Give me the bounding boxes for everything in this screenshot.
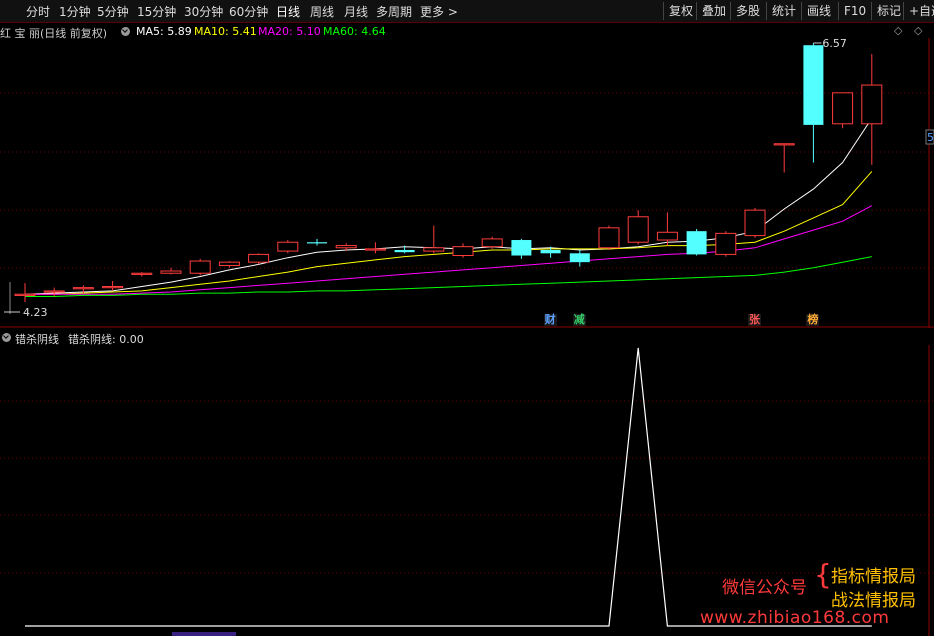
ma-label-0: MA5: 5.89: [136, 25, 192, 38]
toolbar-button-3[interactable]: 统计: [766, 2, 796, 20]
toolbar-button-0[interactable]: 复权: [663, 2, 693, 20]
event-tag-2[interactable]: 张: [748, 314, 761, 326]
period-tab-4[interactable]: 30分钟: [184, 3, 223, 20]
candle-body-3: [102, 286, 124, 289]
candle-12: [364, 242, 386, 254]
candle-7: [218, 261, 240, 268]
candle-23: [686, 228, 707, 256]
watermark-wechat: 微信公众号: [722, 578, 807, 598]
watermark: 微信公众号 { 指标情报局 战法情报局 www.zhibiao168.com: [700, 555, 930, 635]
candle-body-1: [43, 290, 65, 293]
candle-body-12: [364, 248, 386, 251]
ma-label-2: MA20: 5.10: [258, 25, 321, 38]
ma-label-3: MA60: 4.64: [323, 25, 386, 38]
candle-body-17: [511, 240, 532, 256]
candle-body-21: [627, 216, 649, 243]
high-price-label: 6.57: [822, 38, 847, 50]
toolbar-button-2[interactable]: 多股: [730, 2, 760, 20]
candle-body-11: [335, 245, 357, 249]
candle-body-23: [686, 231, 707, 255]
candle-16: [481, 236, 503, 249]
toolbar-button-4[interactable]: 画线: [801, 2, 831, 20]
period-toolbar: 分时 1分钟 5分钟 15分钟 30分钟 60分钟 日线 周线 月线 多周期 更多 > 复权 叠加 多股统…: [0, 0, 934, 23]
period-tab-9[interactable]: 多周期: [376, 3, 412, 20]
watermark-url: www.zhibiao168.com: [700, 608, 890, 628]
ma-line-MA60: [25, 256, 872, 297]
diamond-icon-2[interactable]: ◇: [914, 24, 922, 37]
period-tab-8[interactable]: 月线: [344, 3, 368, 20]
candle-28: [832, 92, 854, 129]
candle-19: [569, 249, 590, 267]
right-price-label: 5: [927, 131, 934, 144]
candle-body-0: [14, 293, 36, 296]
diamond-icon[interactable]: ◇: [894, 24, 902, 37]
ma-label-1: MA10: 5.41: [194, 25, 257, 38]
candle-body-7: [218, 261, 240, 266]
watermark-brace: {: [814, 558, 832, 591]
candle-24: [715, 231, 737, 257]
scroll-marker: [172, 632, 236, 636]
toolbar-button-5[interactable]: F10: [838, 2, 866, 20]
candle-body-25: [744, 209, 766, 237]
event-tag-3[interactable]: 榜: [806, 314, 820, 326]
candle-body-18: [540, 249, 561, 254]
candle-body-26: [773, 143, 795, 146]
candle-body-4: [131, 272, 153, 275]
candle-15: [452, 243, 474, 258]
toolbar-button-7[interactable]: +自选: [903, 2, 934, 20]
candle-body-6: [189, 260, 211, 274]
candle-0: [14, 283, 36, 302]
period-tab-2[interactable]: 5分钟: [97, 3, 129, 20]
candle-6: [189, 258, 211, 276]
candle-25: [744, 207, 766, 238]
candle-body-2: [72, 287, 94, 290]
indicator-toggle-icon[interactable]: [2, 333, 11, 342]
candle-1: [43, 287, 65, 297]
candle-body-14: [423, 247, 445, 252]
period-tab-0[interactable]: 分时: [26, 3, 50, 20]
candle-body-9: [277, 241, 299, 252]
candle-20: [598, 225, 620, 250]
candle-body-22: [656, 231, 678, 241]
candle-body-19: [569, 253, 590, 263]
price-chart: 6.57 4.23 5: [0, 38, 934, 328]
low-price-label: 4.23: [23, 306, 48, 319]
candle-body-10: [307, 242, 327, 244]
candle-4: [131, 272, 153, 277]
candle-body-5: [160, 270, 182, 274]
candle-body-28: [832, 92, 854, 125]
candle-10: [307, 238, 327, 246]
candle-body-20: [598, 227, 620, 249]
period-tab-10[interactable]: 更多 >: [420, 3, 458, 20]
candle-5: [160, 267, 182, 275]
candle-body-16: [481, 238, 503, 248]
candle-26: [773, 143, 795, 173]
candle-body-29: [861, 84, 883, 125]
period-tab-3[interactable]: 15分钟: [137, 3, 176, 20]
candle-body-8: [248, 253, 270, 263]
candle-body-13: [394, 249, 415, 253]
period-tab-5[interactable]: 60分钟: [229, 3, 268, 20]
event-tag-1[interactable]: 减: [572, 314, 586, 326]
candle-14: [423, 225, 445, 254]
period-tab-1[interactable]: 1分钟: [59, 3, 91, 20]
candle-29: [861, 54, 883, 165]
toolbar-button-1[interactable]: 叠加: [696, 2, 726, 20]
event-tag-0[interactable]: 财: [543, 314, 557, 326]
toolbar-button-6[interactable]: 标记: [871, 2, 901, 20]
candle-21: [627, 210, 649, 245]
period-tab-7[interactable]: 周线: [310, 3, 334, 20]
candle-27: [803, 43, 824, 163]
watermark-name1: 指标情报局: [831, 567, 916, 587]
candle-22: [656, 212, 678, 246]
candle-17: [511, 238, 532, 259]
candle-body-27: [803, 45, 824, 125]
candle-body-15: [452, 246, 474, 257]
candle-9: [277, 240, 299, 254]
settings-toggle-icon[interactable]: [121, 27, 130, 36]
period-tab-6[interactable]: 日线: [276, 3, 300, 20]
candle-body-24: [715, 232, 737, 255]
